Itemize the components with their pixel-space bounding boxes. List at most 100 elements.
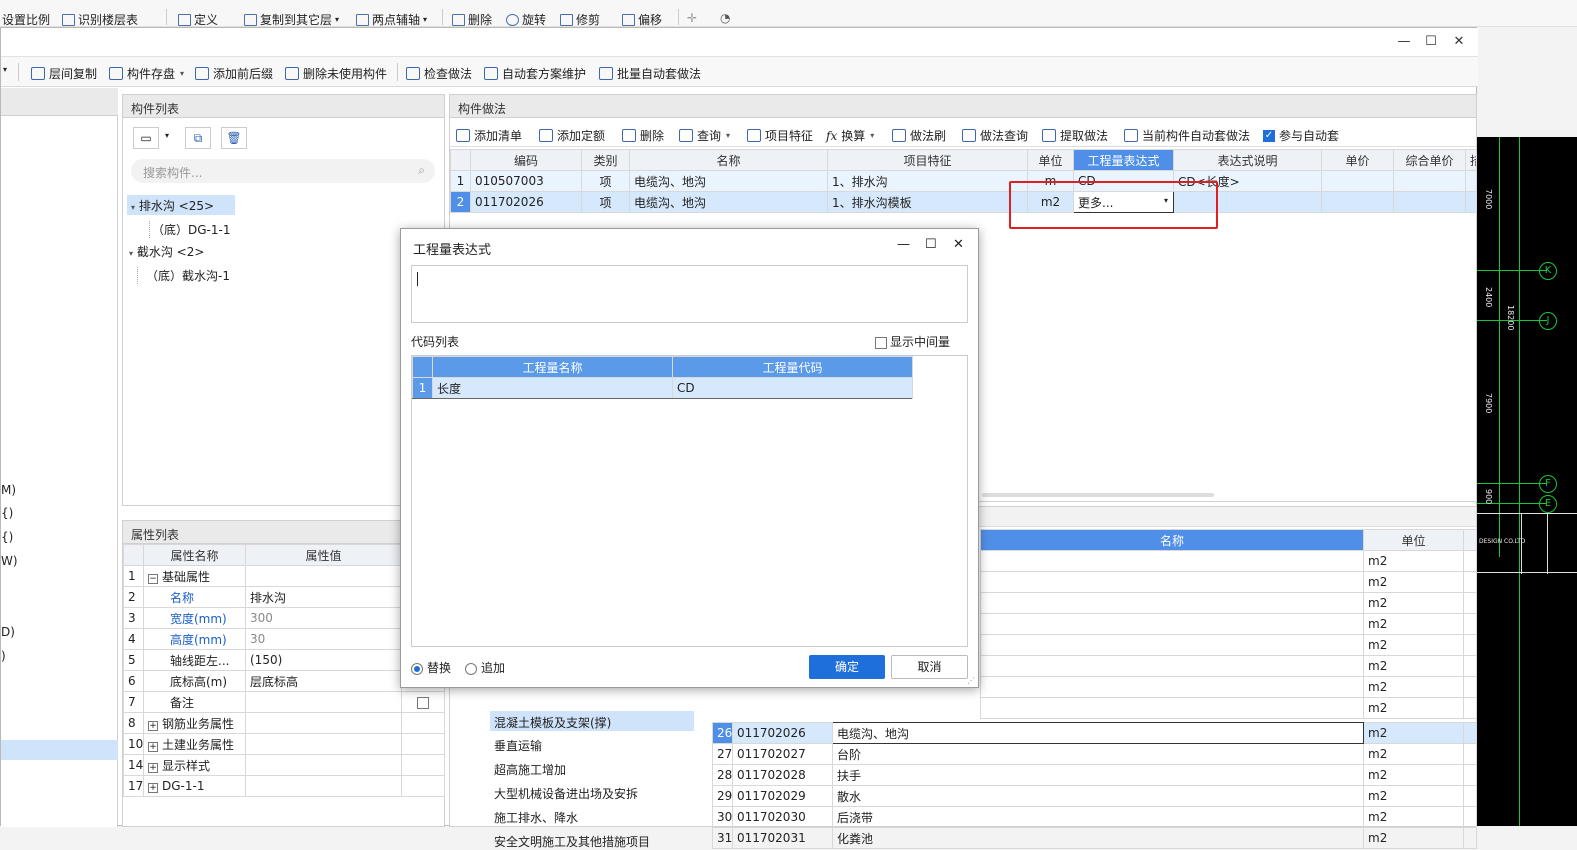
query-row[interactable]: 30 011702030 后浇带 m2 xyxy=(712,806,1477,828)
property-value[interactable]: (150) xyxy=(245,649,402,671)
cancel-button[interactable]: 取消 xyxy=(891,655,968,679)
property-row[interactable]: 8 + 钢筋业务属性 xyxy=(123,712,445,734)
col-unit[interactable]: 单位 xyxy=(1027,149,1074,171)
query-row[interactable]: m2 xyxy=(980,571,1477,593)
delete-component-button[interactable]: 🗑 xyxy=(221,127,247,149)
tree-item-dg-1-1[interactable]: （底）DG-1-1 xyxy=(149,221,230,238)
col-quantity-name[interactable]: 工程量名称 xyxy=(432,356,673,378)
query-row[interactable]: m2 xyxy=(980,592,1477,614)
property-value[interactable] xyxy=(245,754,402,776)
cell-measure[interactable] xyxy=(1465,191,1477,213)
property-value[interactable] xyxy=(245,712,402,734)
tree-item-intercept-ditch[interactable]: ▾ 截水沟 <2> xyxy=(129,243,204,260)
delete-method-button[interactable]: 删除 xyxy=(622,127,664,144)
col-name[interactable]: 名称 xyxy=(980,529,1364,551)
col-name[interactable]: 名称 xyxy=(629,149,828,171)
property-value[interactable] xyxy=(245,733,402,755)
convert-button[interactable]: fx 换算 ▾ xyxy=(826,127,874,144)
col-expression[interactable]: 工程量表达式 xyxy=(1073,149,1174,171)
tree-item-intercept-ditch-1[interactable]: （底）截水沟-1 xyxy=(137,267,230,284)
col-unit-price[interactable]: 单价 xyxy=(1321,149,1394,171)
category-item[interactable]: 超高施工增加 xyxy=(494,761,566,778)
participate-auto-toggle[interactable]: ✓ 参与自动套 xyxy=(1263,127,1339,144)
ribbon-rotate[interactable]: 旋转 xyxy=(506,11,546,28)
chevron-down-icon[interactable]: ▾ xyxy=(165,131,169,140)
expand-icon[interactable]: + xyxy=(148,741,158,752)
property-value[interactable]: 排水沟 xyxy=(245,586,402,608)
col-expression-desc[interactable]: 表达式说明 xyxy=(1173,149,1322,171)
property-row[interactable]: 3 宽度(mm) 300 xyxy=(123,607,445,629)
query-button[interactable]: 查询 ▾ xyxy=(679,127,730,144)
col-code[interactable]: 编码 xyxy=(470,149,582,171)
cell-type[interactable]: 项 xyxy=(581,170,630,192)
item-feature-button[interactable]: 项目特征 xyxy=(747,127,813,144)
auto-scheme-maintain-button[interactable]: 自动套方案维护 xyxy=(484,65,586,82)
note-checkbox[interactable] xyxy=(417,696,429,709)
ribbon-identify-floor-table[interactable]: 识别楼层表 xyxy=(62,11,138,28)
method-query-button[interactable]: 做法查询 xyxy=(962,127,1028,144)
expand-icon[interactable]: + xyxy=(148,783,158,793)
expand-icon[interactable]: + xyxy=(148,762,158,773)
property-row[interactable]: 5 轴线距左... (150) xyxy=(123,649,445,671)
property-row[interactable]: 2 名称 排水沟 xyxy=(123,586,445,608)
category-item[interactable]: 安全文明施工及其他措施项目 xyxy=(494,833,650,850)
cell-name[interactable]: 电缆沟、地沟 xyxy=(629,170,828,192)
append-radio[interactable]: 追加 xyxy=(465,659,505,676)
query-row[interactable]: 29 011702029 散水 m2 xyxy=(712,785,1477,807)
property-row[interactable]: 10 + 土建业务属性 xyxy=(123,733,445,755)
ribbon-set-scale[interactable]: 设置比例 xyxy=(2,11,50,28)
cell-measure[interactable] xyxy=(1465,170,1477,192)
query-row[interactable]: 27 011702027 台阶 m2 xyxy=(712,743,1477,765)
category-item[interactable]: 垂直运输 xyxy=(494,737,542,754)
cell-unit-price[interactable] xyxy=(1321,191,1394,213)
component-save-button[interactable]: 构件存盘 ▾ xyxy=(109,65,184,82)
ribbon-two-point-axis[interactable]: 两点辅轴 ▾ xyxy=(356,11,427,28)
delete-unused-button[interactable]: 删除未使用构件 xyxy=(285,65,387,82)
new-component-button[interactable]: ▭ xyxy=(133,127,159,149)
query-row[interactable]: m2 xyxy=(980,634,1477,656)
add-bill-button[interactable]: 添加清单 xyxy=(456,127,522,144)
query-row[interactable]: 31 011702031 化粪池 m2 xyxy=(712,827,1477,849)
ok-button[interactable]: 确定 xyxy=(809,655,885,679)
ribbon-delete[interactable]: 删除 xyxy=(452,11,492,28)
minimize-button[interactable]: — xyxy=(1395,34,1413,50)
current-auto-method-button[interactable]: 当前构件自动套做法 xyxy=(1124,127,1250,144)
close-button[interactable]: ✕ xyxy=(1450,34,1468,50)
collapse-icon[interactable]: − xyxy=(148,573,158,584)
show-intermediate-checkbox[interactable]: 显示中间量 xyxy=(875,333,950,350)
property-value[interactable]: 30 xyxy=(245,628,402,650)
tree-item-drainage-ditch[interactable]: ▾ 排水沟 <25> xyxy=(127,195,235,215)
category-item[interactable]: 大型机械设备进出场及安拆 xyxy=(494,785,638,802)
cell-comprehensive-price[interactable] xyxy=(1393,191,1466,213)
cell-feature[interactable]: 1、排水沟模板 xyxy=(827,191,1028,213)
chevron-down-icon[interactable]: ▾ xyxy=(3,65,7,74)
method-row[interactable]: 1 010507003 项 电缆沟、地沟 1、排水沟 m CD CD<长度> xyxy=(450,170,1477,192)
search-component-input[interactable]: 搜索构件... ⌕ xyxy=(131,159,435,183)
cad-drawing-area[interactable]: K J F E 7000 2400 18200 7900 900 DESIGN … xyxy=(1477,137,1577,826)
replace-radio[interactable]: 替换 xyxy=(411,659,451,676)
col-quantity-code[interactable]: 工程量代码 xyxy=(672,356,913,378)
clock-icon[interactable]: ◔ xyxy=(720,11,730,25)
property-value[interactable] xyxy=(245,691,402,713)
resize-grip-icon[interactable]: ⋰ xyxy=(967,676,975,685)
maximize-button[interactable]: ☐ xyxy=(1422,34,1440,50)
batch-auto-method-button[interactable]: 批量自动套做法 xyxy=(599,65,701,82)
col-comprehensive-price[interactable]: 综合单价 xyxy=(1393,149,1466,171)
property-row[interactable]: 6 底标高(m) 层底标高 xyxy=(123,670,445,692)
query-row[interactable]: m2 xyxy=(980,655,1477,677)
property-row[interactable]: 17 + DG-1-1 xyxy=(123,775,445,797)
extract-method-button[interactable]: 提取做法 xyxy=(1042,127,1108,144)
add-prefix-suffix-button[interactable]: 添加前后缀 xyxy=(195,65,273,82)
property-value[interactable]: 层底标高 xyxy=(245,670,402,692)
category-item[interactable]: 施工排水、降水 xyxy=(494,809,578,826)
property-row[interactable]: 7 备注 xyxy=(123,691,445,713)
check-method-button[interactable]: 检查做法 xyxy=(406,65,472,82)
cell-unit-price[interactable] xyxy=(1321,170,1394,192)
property-value[interactable]: 300 xyxy=(245,607,402,629)
col-measure[interactable]: 措 xyxy=(1465,149,1477,171)
col-feature[interactable]: 项目特征 xyxy=(827,149,1028,171)
cell-code[interactable]: 011702026 xyxy=(470,191,582,213)
method-brush-button[interactable]: 做法刷 xyxy=(892,127,946,144)
query-row-selected[interactable]: 26 011702026 电缆沟、地沟 m2 xyxy=(712,722,1477,744)
horizontal-scrollbar[interactable] xyxy=(982,493,1214,497)
